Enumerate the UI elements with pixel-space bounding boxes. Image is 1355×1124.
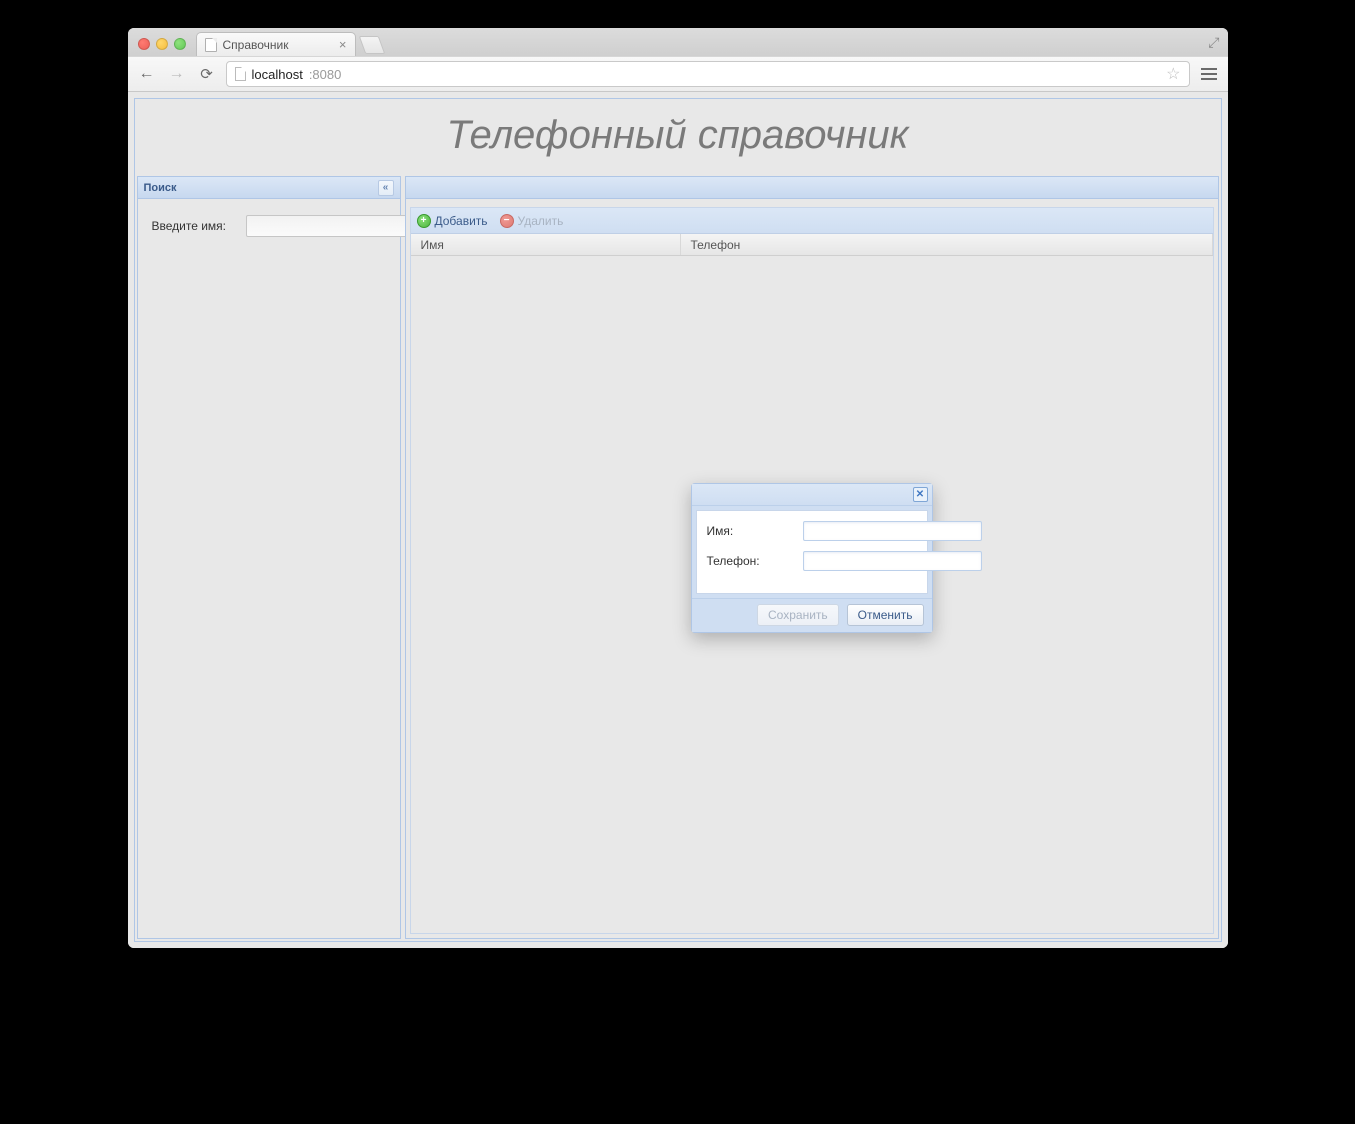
grid-columns: Имя Телефон <box>411 234 1213 256</box>
grid-panel: + Добавить − Удалить Имя Телефон <box>405 176 1219 939</box>
search-panel-header: Поиск « <box>138 177 400 199</box>
site-icon <box>235 67 246 81</box>
window-minimize-button[interactable] <box>156 38 168 50</box>
window-controls <box>138 38 186 50</box>
app-header: Телефонный справочник <box>135 99 1221 176</box>
app-title: Телефонный справочник <box>446 113 908 157</box>
dialog-name-label: Имя: <box>707 524 793 538</box>
reload-button[interactable]: ⟳ <box>196 65 218 83</box>
delete-button[interactable]: − Удалить <box>500 214 564 228</box>
browser-window: Справочник × ⤢ ← → ⟳ localhost :8080 ☆ Те… <box>128 28 1228 948</box>
dialog-body: Имя: Телефон: <box>696 510 928 594</box>
column-name[interactable]: Имя <box>411 234 681 255</box>
address-bar[interactable]: localhost :8080 ☆ <box>226 61 1190 87</box>
collapse-left-icon[interactable]: « <box>378 180 394 196</box>
new-tab-button[interactable] <box>358 36 385 54</box>
url-host: localhost <box>252 67 303 82</box>
browser-toolbar: ← → ⟳ localhost :8080 ☆ <box>128 56 1228 92</box>
cancel-button-label: Отменить <box>858 608 913 622</box>
browser-tab-title: Справочник <box>223 38 289 52</box>
search-panel-body: Введите имя: <box>138 199 400 938</box>
url-port: :8080 <box>309 67 342 82</box>
dialog-phone-row: Телефон: <box>707 551 917 571</box>
dialog-phone-label: Телефон: <box>707 554 793 568</box>
main-body: Поиск « Введите имя: <box>135 176 1221 941</box>
column-name-label: Имя <box>421 238 444 252</box>
page-icon <box>205 38 217 52</box>
dialog-phone-input[interactable] <box>803 551 982 571</box>
dialog-name-row: Имя: <box>707 521 917 541</box>
save-button-label: Сохранить <box>768 608 828 622</box>
forward-button[interactable]: → <box>166 65 188 83</box>
minus-icon: − <box>500 214 514 228</box>
browser-tab[interactable]: Справочник × <box>196 32 356 56</box>
save-button[interactable]: Сохранить <box>757 604 839 626</box>
dialog-close-button[interactable]: ✕ <box>913 487 928 502</box>
back-button[interactable]: ← <box>136 65 158 83</box>
fullscreen-icon[interactable]: ⤢ <box>1208 34 1219 51</box>
dialog-name-input[interactable] <box>803 521 982 541</box>
column-phone-label: Телефон <box>691 238 741 252</box>
window-close-button[interactable] <box>138 38 150 50</box>
app-viewport: Телефонный справочник Поиск « Введите им… <box>128 92 1228 948</box>
menu-button[interactable] <box>1198 63 1220 85</box>
grid-toolbar: + Добавить − Удалить <box>411 208 1213 234</box>
add-button-label: Добавить <box>435 214 488 228</box>
window-zoom-button[interactable] <box>174 38 186 50</box>
browser-tabbar: Справочник × ⤢ <box>128 28 1228 56</box>
delete-button-label: Удалить <box>518 214 564 228</box>
dialog-header[interactable]: ✕ <box>692 484 932 506</box>
grid-panel-header <box>406 177 1218 199</box>
add-button[interactable]: + Добавить <box>417 214 488 228</box>
main-panel: Телефонный справочник Поиск « Введите им… <box>134 98 1222 942</box>
search-panel: Поиск « Введите имя: <box>137 176 401 939</box>
column-phone[interactable]: Телефон <box>681 234 1213 255</box>
dialog-footer: Сохранить Отменить <box>692 598 932 632</box>
bookmark-star-icon[interactable]: ☆ <box>1166 64 1180 84</box>
cancel-button[interactable]: Отменить <box>847 604 924 626</box>
search-name-input[interactable] <box>246 215 425 237</box>
edit-dialog: ✕ Имя: Телефон: <box>691 483 933 633</box>
plus-icon: + <box>417 214 431 228</box>
search-name-label: Введите имя: <box>152 219 236 233</box>
search-name-row: Введите имя: <box>152 215 386 237</box>
tab-close-icon[interactable]: × <box>339 37 347 52</box>
search-panel-title: Поиск <box>144 182 177 194</box>
